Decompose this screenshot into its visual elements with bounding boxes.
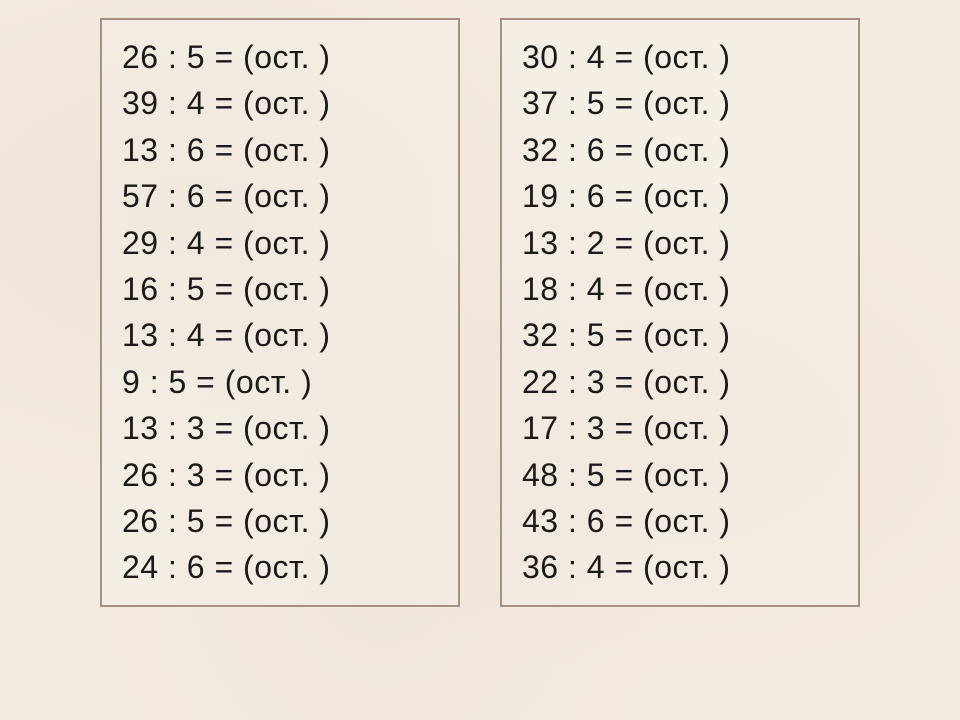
remainder-label: ост.: [254, 457, 310, 493]
divisor: 6: [587, 132, 605, 168]
remainder-label: ост.: [254, 410, 310, 446]
right_column-problem-5: 18 : 4 = (ост. ): [522, 266, 826, 312]
right_column-problem-2: 32 : 6 = (ост. ): [522, 127, 826, 173]
dividend: 29: [122, 225, 159, 261]
dividend: 32: [522, 317, 559, 353]
dividend: 43: [522, 503, 559, 539]
divisor: 2: [587, 225, 605, 261]
dividend: 13: [122, 132, 159, 168]
right_column-problem-0: 30 : 4 = (ост. ): [522, 34, 826, 80]
dividend: 13: [122, 317, 159, 353]
dividend: 37: [522, 85, 559, 121]
right_column-problem-1: 37 : 5 = (ост. ): [522, 80, 826, 126]
right_column-problem-9: 48 : 5 = (ост. ): [522, 452, 826, 498]
divisor: 6: [587, 503, 605, 539]
remainder-label: ост.: [654, 457, 710, 493]
dividend: 16: [122, 271, 159, 307]
left_column-problem-8: 13 : 3 = (ост. ): [122, 405, 426, 451]
remainder-label: ост.: [254, 225, 310, 261]
divisor: 4: [587, 549, 605, 585]
right_column-problem-10: 43 : 6 = (ост. ): [522, 498, 826, 544]
remainder-label: ост.: [254, 503, 310, 539]
remainder-label: ост.: [654, 410, 710, 446]
dividend: 32: [522, 132, 559, 168]
left_column-problem-1: 39 : 4 = (ост. ): [122, 80, 426, 126]
dividend: 30: [522, 39, 559, 75]
remainder-label: ост.: [254, 39, 310, 75]
left_column-problem-5: 16 : 5 = (ост. ): [122, 266, 426, 312]
dividend: 13: [522, 225, 559, 261]
divisor: 5: [187, 39, 205, 75]
remainder-label: ост.: [254, 132, 310, 168]
dividend: 13: [122, 410, 159, 446]
right_column-problem-6: 32 : 5 = (ост. ): [522, 312, 826, 358]
right_column-problem-7: 22 : 3 = (ост. ): [522, 359, 826, 405]
dividend: 26: [122, 39, 159, 75]
left_column-problem-10: 26 : 5 = (ост. ): [122, 498, 426, 544]
divisor: 3: [187, 410, 205, 446]
divisor: 4: [187, 317, 205, 353]
remainder-label: ост.: [654, 549, 710, 585]
remainder-label: ост.: [254, 178, 310, 214]
divisor: 4: [587, 39, 605, 75]
dividend: 24: [122, 549, 159, 585]
left_column-problem-7: 9 : 5 = (ост. ): [122, 359, 426, 405]
dividend: 9: [122, 364, 140, 400]
dividend: 36: [522, 549, 559, 585]
divisor: 4: [587, 271, 605, 307]
divisor: 6: [587, 178, 605, 214]
right_column-problem-3: 19 : 6 = (ост. ): [522, 173, 826, 219]
left_column-problem-4: 29 : 4 = (ост. ): [122, 220, 426, 266]
left_column-problem-0: 26 : 5 = (ост. ): [122, 34, 426, 80]
dividend: 39: [122, 85, 159, 121]
remainder-label: ост.: [654, 317, 710, 353]
dividend: 26: [122, 503, 159, 539]
divisor: 5: [187, 271, 205, 307]
left_column-problem-3: 57 : 6 = (ост. ): [122, 173, 426, 219]
remainder-label: ост.: [254, 85, 310, 121]
left-problem-box: 26 : 5 = (ост. )39 : 4 = (ост. )13 : 6 =…: [100, 18, 460, 607]
divisor: 3: [587, 410, 605, 446]
remainder-label: ост.: [654, 39, 710, 75]
left_column-problem-6: 13 : 4 = (ост. ): [122, 312, 426, 358]
remainder-label: ост.: [254, 317, 310, 353]
right_column-problem-11: 36 : 4 = (ост. ): [522, 544, 826, 590]
divisor: 3: [587, 364, 605, 400]
dividend: 26: [122, 457, 159, 493]
divisor: 5: [168, 364, 186, 400]
remainder-label: ост.: [254, 271, 310, 307]
divisor: 4: [187, 85, 205, 121]
right_column-problem-4: 13 : 2 = (ост. ): [522, 220, 826, 266]
dividend: 17: [522, 410, 559, 446]
remainder-label: ост.: [654, 271, 710, 307]
divisor: 3: [187, 457, 205, 493]
remainder-label: ост.: [654, 225, 710, 261]
divisor: 6: [187, 132, 205, 168]
dividend: 22: [522, 364, 559, 400]
left_column-problem-11: 24 : 6 = (ост. ): [122, 544, 426, 590]
remainder-label: ост.: [236, 364, 292, 400]
divisor: 5: [587, 317, 605, 353]
remainder-label: ост.: [654, 132, 710, 168]
left_column-problem-9: 26 : 3 = (ост. ): [122, 452, 426, 498]
divisor: 4: [187, 225, 205, 261]
dividend: 18: [522, 271, 559, 307]
divisor: 5: [187, 503, 205, 539]
remainder-label: ост.: [254, 549, 310, 585]
divisor: 6: [187, 178, 205, 214]
remainder-label: ост.: [654, 178, 710, 214]
divisor: 5: [587, 85, 605, 121]
right_column-problem-8: 17 : 3 = (ост. ): [522, 405, 826, 451]
dividend: 19: [522, 178, 559, 214]
right-problem-box: 30 : 4 = (ост. )37 : 5 = (ост. )32 : 6 =…: [500, 18, 860, 607]
divisor: 6: [187, 549, 205, 585]
dividend: 57: [122, 178, 159, 214]
divisor: 5: [587, 457, 605, 493]
remainder-label: ост.: [654, 85, 710, 121]
remainder-label: ост.: [654, 364, 710, 400]
remainder-label: ост.: [654, 503, 710, 539]
dividend: 48: [522, 457, 559, 493]
left_column-problem-2: 13 : 6 = (ост. ): [122, 127, 426, 173]
